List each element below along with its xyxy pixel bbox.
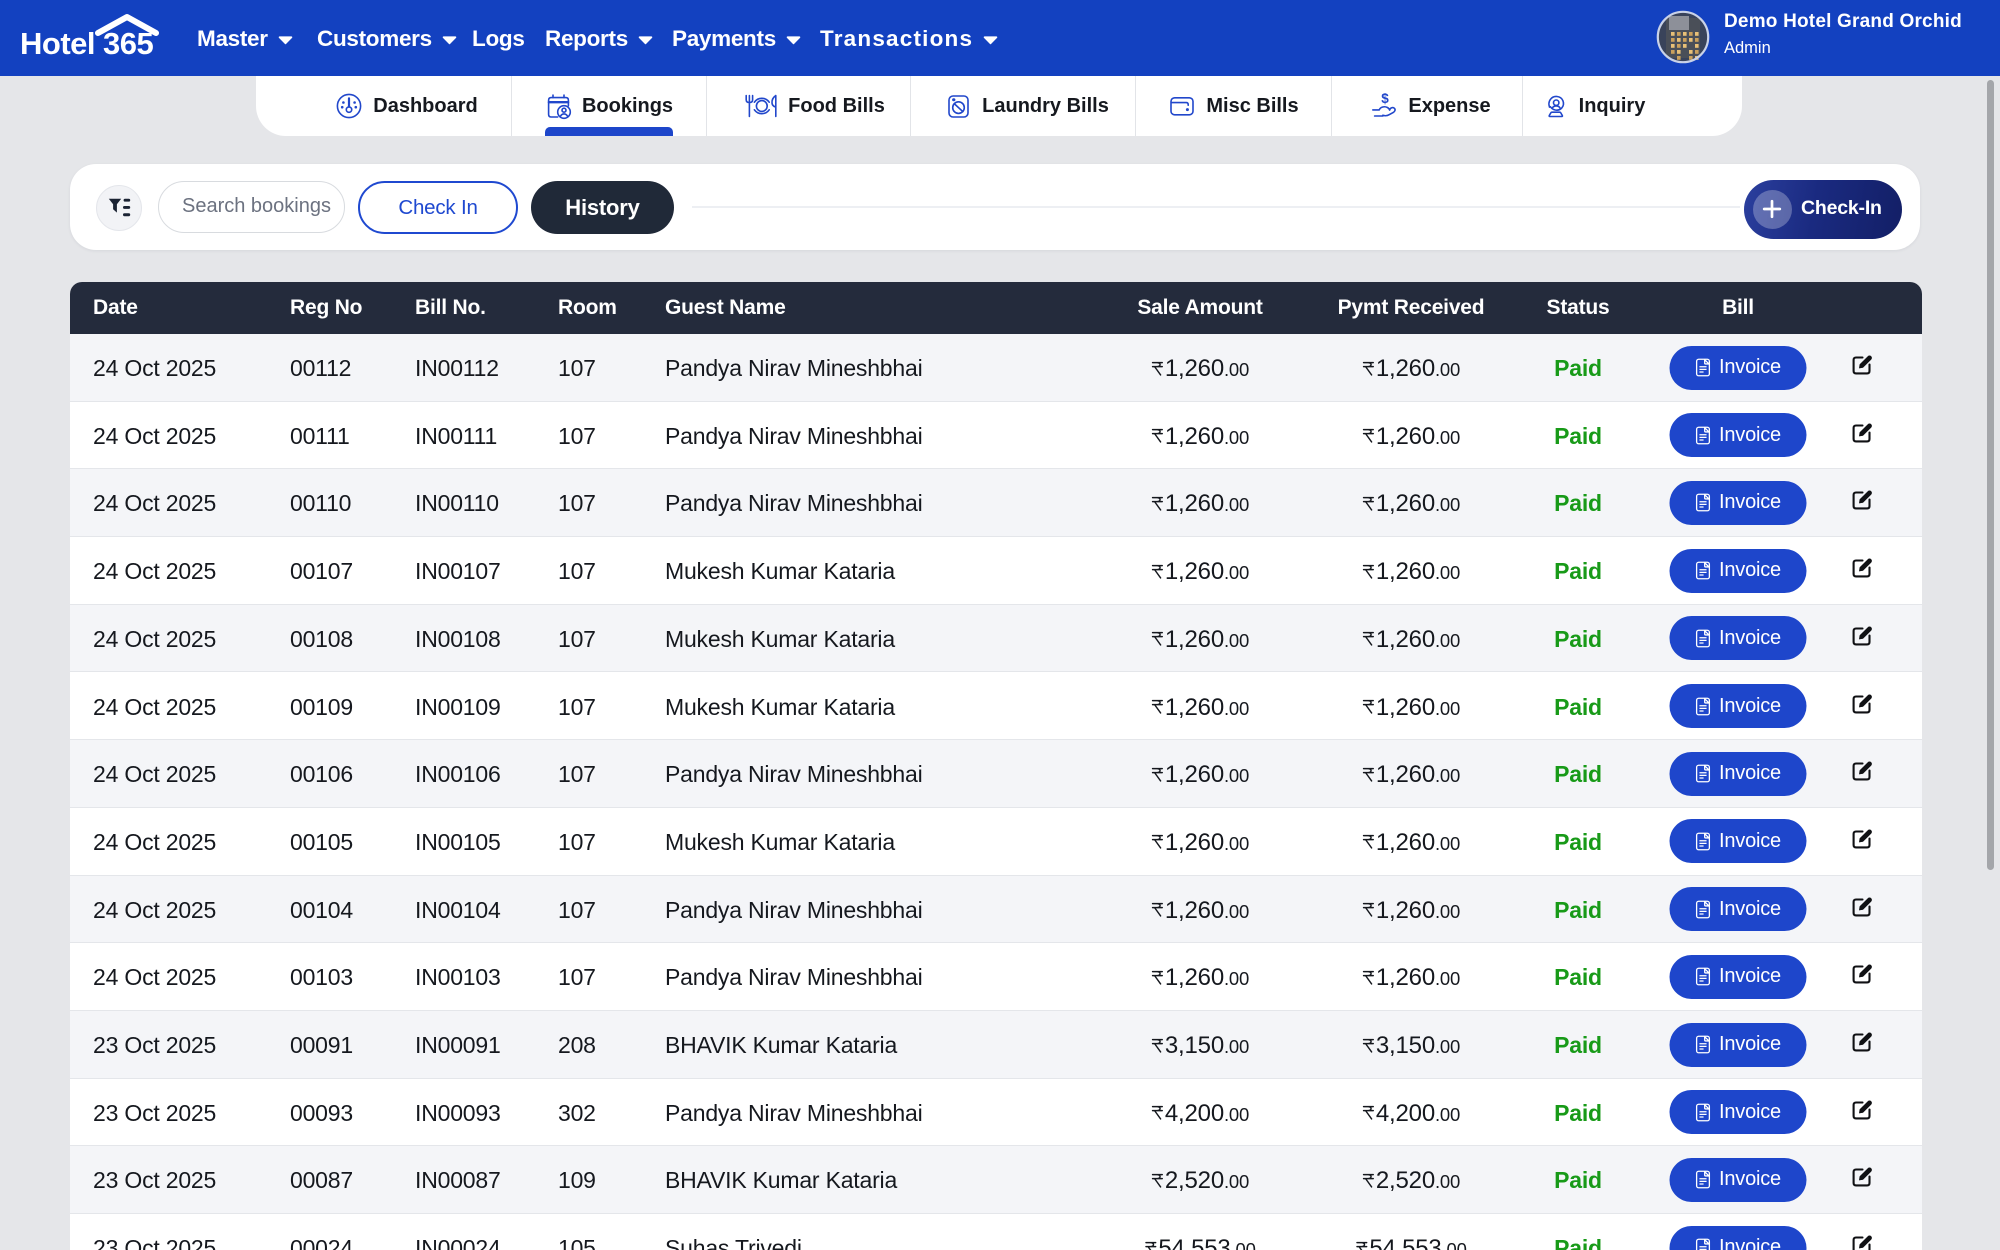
svg-text:$: $: [1382, 92, 1390, 106]
